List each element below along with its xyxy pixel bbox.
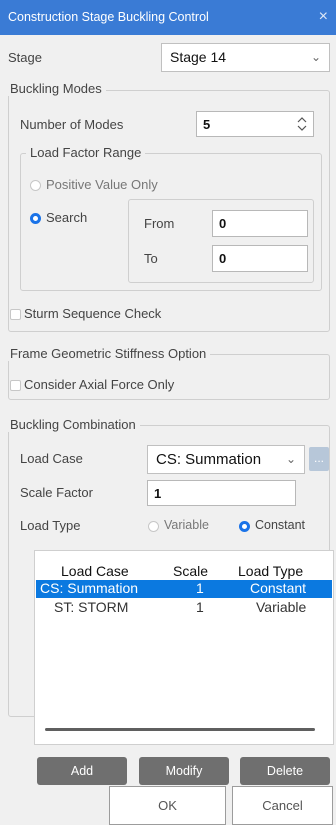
column-header-load-case[interactable]: Load Case <box>61 563 129 579</box>
chevron-down-icon: ⌄ <box>285 452 296 466</box>
variable-radio[interactable] <box>148 521 159 532</box>
horizontal-scrollbar[interactable] <box>45 728 315 731</box>
row-scale: 1 <box>196 580 204 596</box>
frame-geometric-title: Frame Geometric Stiffness Option <box>6 346 211 361</box>
positive-value-radio[interactable] <box>30 180 41 191</box>
stage-select[interactable]: Stage 14 ⌄ <box>161 43 330 72</box>
browse-button[interactable]: ... <box>309 447 329 471</box>
load-case-select[interactable]: CS: Summation ⌄ <box>147 445 305 474</box>
sturm-sequence-checkbox[interactable] <box>10 309 21 320</box>
buckling-combination-title: Buckling Combination <box>6 417 140 432</box>
delete-button[interactable]: Delete <box>240 757 330 785</box>
ok-button[interactable]: OK <box>109 786 226 825</box>
consider-axial-checkbox[interactable] <box>10 380 21 391</box>
to-label: To <box>144 251 158 266</box>
number-of-modes-label: Number of Modes <box>20 117 124 132</box>
positive-value-label: Positive Value Only <box>46 177 158 192</box>
add-button[interactable]: Add <box>37 757 127 785</box>
stage-label: Stage <box>8 50 42 65</box>
search-label: Search <box>46 210 88 225</box>
buckling-modes-title: Buckling Modes <box>6 81 106 96</box>
from-field[interactable]: 0 <box>212 210 308 237</box>
load-factor-range-title: Load Factor Range <box>26 145 146 160</box>
load-case-value: CS: Summation <box>156 451 262 468</box>
stage-value: Stage 14 <box>170 49 227 65</box>
number-of-modes-value: 5 <box>203 117 211 132</box>
constant-label: Constant <box>255 518 306 532</box>
to-value: 0 <box>219 251 227 266</box>
cancel-button[interactable]: Cancel <box>232 786 333 825</box>
title-bar: Construction Stage Buckling Control × <box>0 0 336 35</box>
stepper-arrows-icon[interactable] <box>297 115 307 133</box>
scale-factor-value: 1 <box>154 486 162 501</box>
load-combination-table[interactable]: Load Case Scale Load Type CS: Summation … <box>34 550 334 745</box>
row-scale: 1 <box>196 599 204 615</box>
sturm-sequence-label: Sturm Sequence Check <box>24 306 162 321</box>
window-title: Construction Stage Buckling Control <box>8 10 209 24</box>
load-case-label: Load Case <box>20 451 83 466</box>
chevron-down-icon: ⌄ <box>310 50 321 64</box>
from-label: From <box>144 216 175 231</box>
modify-button[interactable]: Modify <box>139 757 229 785</box>
close-icon[interactable]: × <box>319 8 328 26</box>
to-field[interactable]: 0 <box>212 245 308 272</box>
scale-factor-field[interactable]: 1 <box>147 480 296 506</box>
column-header-scale[interactable]: Scale <box>173 563 208 579</box>
row-load-case: ST: STORM <box>54 599 129 615</box>
number-of-modes-stepper[interactable]: 5 <box>196 111 314 137</box>
scale-factor-label: Scale Factor <box>20 485 93 500</box>
column-header-load-type[interactable]: Load Type <box>238 563 303 579</box>
row-load-type: Constant <box>250 580 307 596</box>
variable-label: Variable <box>164 518 209 532</box>
row-load-type: Variable <box>256 599 307 615</box>
row-load-case: CS: Summation <box>40 580 139 596</box>
table-row[interactable]: ST: STORM 1 Variable <box>36 599 332 617</box>
from-value: 0 <box>219 216 227 231</box>
consider-axial-label: Consider Axial Force Only <box>24 377 175 392</box>
constant-radio[interactable] <box>239 521 250 532</box>
search-radio[interactable] <box>30 213 41 224</box>
table-row[interactable]: CS: Summation 1 Constant <box>36 580 332 598</box>
load-type-label: Load Type <box>20 518 81 533</box>
